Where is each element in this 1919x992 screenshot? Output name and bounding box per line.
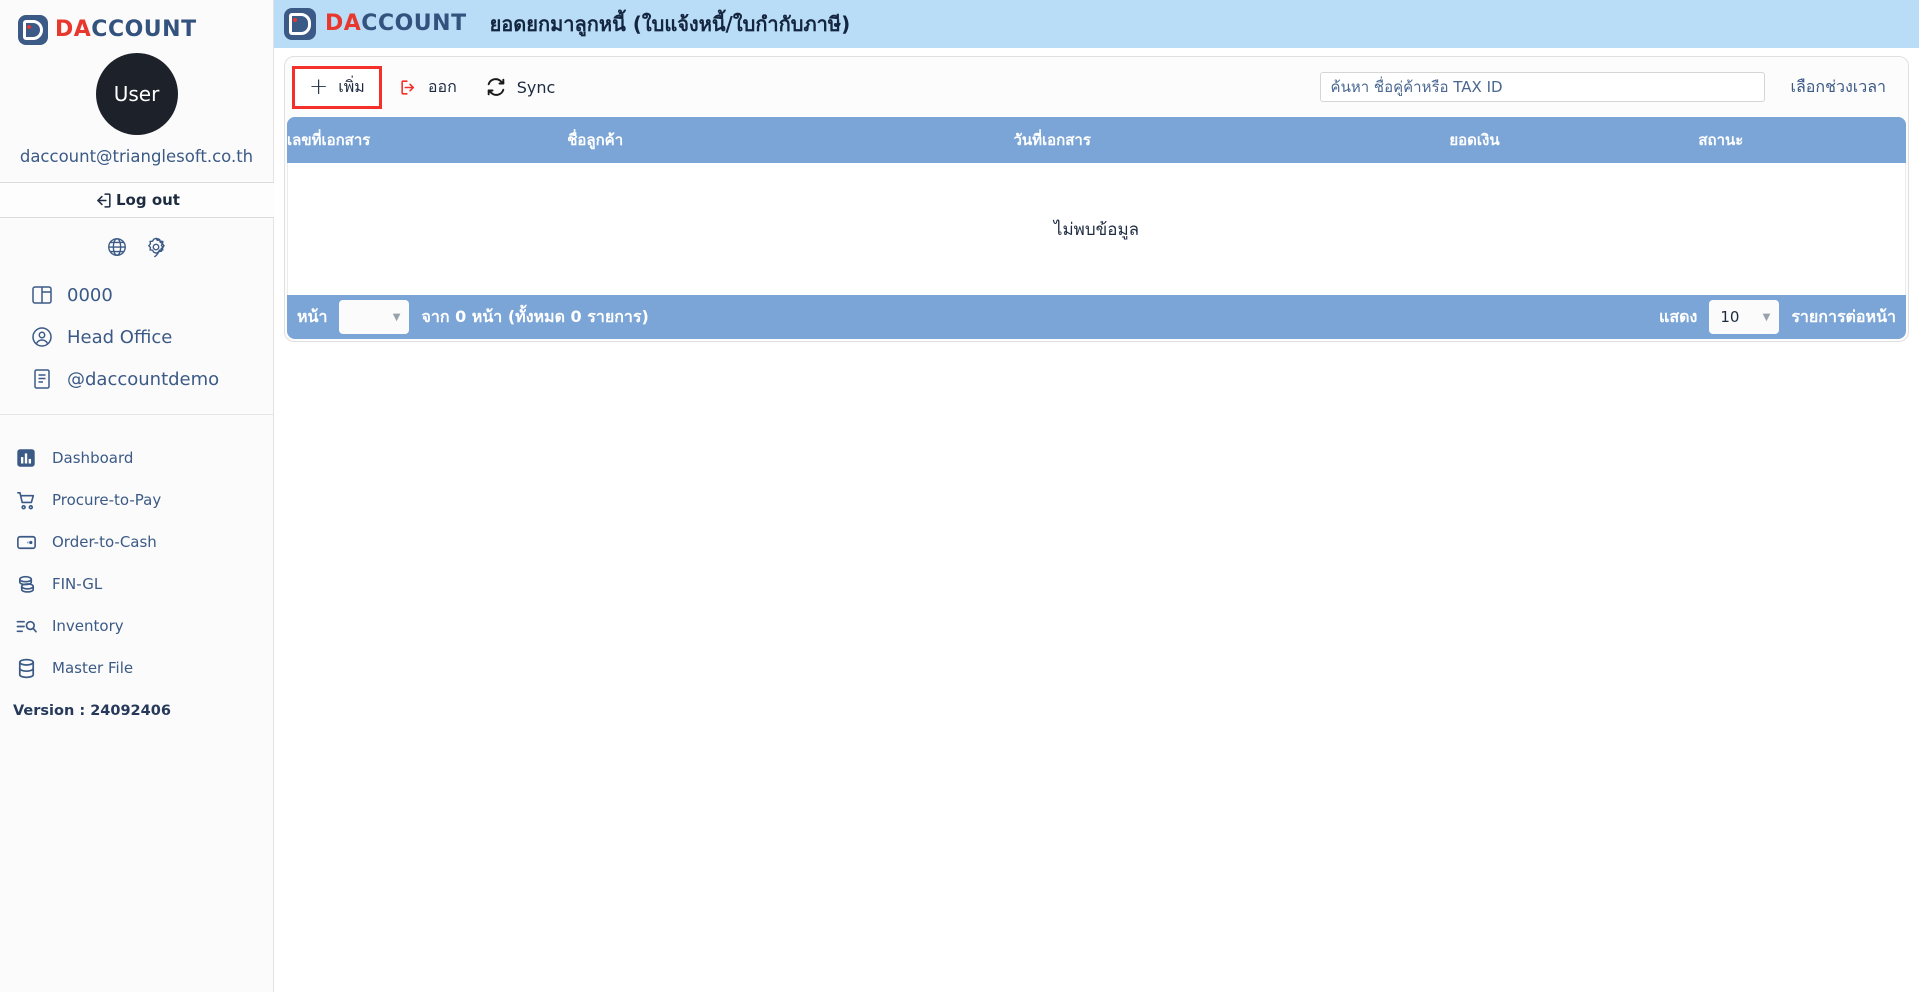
avatar[interactable]: User [95, 53, 178, 135]
sidebar-item-master-file[interactable]: Master File [0, 647, 273, 689]
chevron-down-icon: ▼ [1762, 311, 1771, 323]
column-header-doc-no[interactable]: เลขที่เอกสาร [287, 117, 567, 163]
sync-button-label: Sync [516, 77, 556, 97]
date-range-button[interactable]: เลือกช่วงเวลา [1791, 75, 1886, 100]
coins-icon [14, 572, 38, 596]
empty-state-message: ไม่พบข้อมูล [1053, 219, 1140, 240]
sidebar-item-label: Procure-to-Pay [52, 491, 162, 509]
sidebar-item-label: Order-to-Cash [52, 533, 157, 551]
logout-button[interactable]: Log out [0, 182, 274, 218]
sidebar-item-label: Master File [52, 659, 134, 677]
org-item-tenant[interactable]: @daccountdemo [0, 358, 273, 400]
sidebar-item-label: Dashboard [52, 449, 134, 467]
brand-name-blue: CCOUNT [361, 11, 467, 36]
sidebar: DACCOUNT User daccount@trianglesoft.co.t… [0, 0, 274, 992]
org-item-label: 0000 [67, 284, 113, 306]
inventory-icon [14, 614, 38, 638]
sidebar-divider [0, 414, 273, 415]
wallet-icon [14, 530, 38, 554]
gear-icon[interactable] [145, 236, 167, 258]
brand-name-red: DA [55, 16, 92, 42]
toolbar: + เพิ่ม ออก Sync ค้นหา ชื่อคู่ค้าหรือ TA… [285, 57, 1908, 117]
column-header-amount[interactable]: ยอดเงิน [1449, 117, 1698, 163]
database-icon [14, 656, 38, 680]
page-select[interactable]: ▼ [339, 300, 410, 334]
daccount-logo-icon [284, 8, 316, 40]
document-icon [30, 367, 54, 391]
user-email: daccount@trianglesoft.co.th [19, 147, 254, 166]
org-item-code[interactable]: 0000 [0, 274, 273, 316]
column-header-doc-date[interactable]: วันที่เอกสาร [1013, 117, 1449, 163]
version-label: Version : 24092406 [13, 703, 171, 719]
cart-icon [14, 488, 38, 512]
dashboard-icon [14, 446, 38, 470]
column-header-customer[interactable]: ชื่อลูกค้า [567, 117, 1013, 163]
table-header: เลขที่เอกสาร ชื่อลูกค้า วันที่เอกสาร ยอด… [287, 117, 1906, 163]
chevron-down-icon: ▼ [392, 311, 401, 323]
data-table: เลขที่เอกสาร ชื่อลูกค้า วันที่เอกสาร ยอด… [287, 117, 1906, 163]
per-page-label: รายการต่อหน้า [1791, 306, 1896, 326]
sidebar-item-label: Inventory [52, 617, 124, 635]
page-size-value: 10 [1720, 308, 1740, 326]
table-header-row: เลขที่เอกสาร ชื่อลูกค้า วันที่เอกสาร ยอด… [287, 117, 1906, 163]
sidebar-item-order-to-cash[interactable]: Order-to-Cash [0, 521, 273, 563]
logout-label: Log out [116, 191, 180, 209]
page-label: หน้า [297, 306, 328, 326]
page-header: DACCOUNT ยอดยกมาลูกหนี้ (ใบแจ้งหนี้/ใบกำ… [274, 0, 1919, 48]
search-input[interactable] [1319, 72, 1765, 102]
plus-icon: + [309, 73, 329, 100]
brand-name-red: DA [325, 11, 362, 36]
sidebar-item-fin-gl[interactable]: FIN-GL [0, 563, 273, 605]
data-card: + เพิ่ม ออก Sync ค้นหา ชื่อคู่ค้าหรือ TA… [284, 56, 1909, 342]
pagination-bar: หน้า ▼ จาก 0 หน้า (ทั้งหมด 0 รายการ) แสด… [287, 295, 1906, 339]
daccount-logo-icon [18, 14, 48, 45]
sync-icon [485, 76, 507, 98]
content-area: + เพิ่ม ออก Sync ค้นหา ชื่อคู่ค้าหรือ TA… [274, 48, 1919, 342]
quick-icon-row [0, 236, 273, 258]
brand-wordmark: DACCOUNT [55, 16, 197, 42]
page-title: ยอดยกมาลูกหนี้ (ใบแจ้งหนี้/ใบกำกับภาษี) [489, 12, 851, 36]
book-icon [30, 283, 54, 307]
sidebar-item-procure-to-pay[interactable]: Procure-to-Pay [0, 479, 273, 521]
export-button-label: ออก [427, 76, 457, 96]
sidebar-brand[interactable]: DACCOUNT [0, 0, 273, 48]
sidebar-item-label: FIN-GL [52, 575, 103, 593]
table-body: ไม่พบข้อมูล [287, 163, 1906, 295]
export-button[interactable]: ออก [385, 69, 471, 106]
page-size-select[interactable]: 10 ▼ [1709, 300, 1780, 334]
add-button[interactable]: + เพิ่ม [292, 65, 382, 109]
sidebar-item-inventory[interactable]: Inventory [0, 605, 273, 647]
show-label: แสดง [1659, 306, 1698, 326]
org-item-label: Head Office [67, 326, 173, 348]
user-profile: User daccount@trianglesoft.co.th [0, 53, 273, 166]
sync-button[interactable]: Sync [471, 70, 570, 104]
brand-wordmark: DACCOUNT [325, 13, 467, 35]
main-navigation: Dashboard Procure-to-Pay Order-to-Cash F… [0, 437, 273, 689]
user-circle-icon [30, 325, 54, 349]
page-summary: จาก 0 หน้า (ทั้งหมด 0 รายการ) [421, 306, 649, 326]
app-root: DACCOUNT User daccount@trianglesoft.co.t… [0, 0, 1919, 992]
main-content: DACCOUNT ยอดยกมาลูกหนี้ (ใบแจ้งหนี้/ใบกำ… [274, 0, 1919, 992]
export-arrow-icon [399, 78, 418, 97]
avatar-label: User [113, 82, 160, 106]
globe-icon[interactable] [106, 236, 128, 258]
column-header-status[interactable]: สถานะ [1698, 117, 1906, 163]
add-button-label: เพิ่ม [338, 76, 365, 96]
org-item-label: @daccountdemo [67, 368, 220, 390]
sidebar-item-dashboard[interactable]: Dashboard [0, 437, 273, 479]
org-item-branch[interactable]: Head Office [0, 316, 273, 358]
logout-icon [94, 191, 113, 210]
org-list: 0000 Head Office @daccountdemo [0, 274, 273, 400]
brand-name-blue: CCOUNT [91, 16, 197, 42]
